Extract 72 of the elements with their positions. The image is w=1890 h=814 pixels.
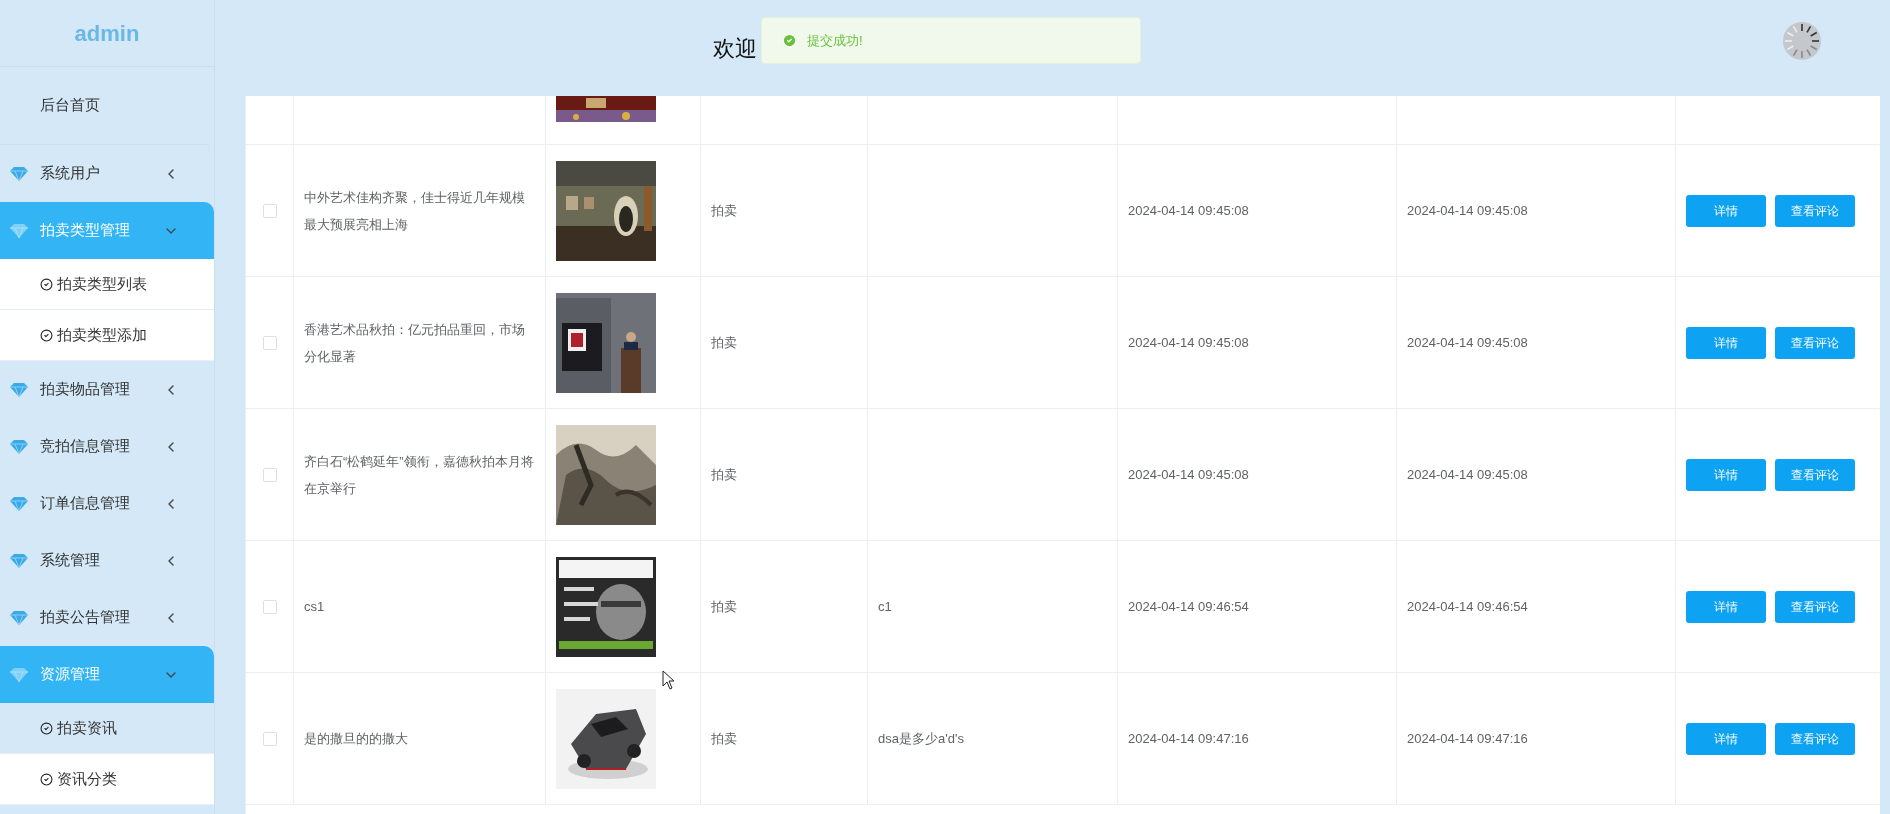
table-cell-text: 2024-04-14 09:47:16 <box>1128 729 1249 748</box>
row-checkbox[interactable] <box>262 335 277 350</box>
diamond-icon <box>10 382 28 397</box>
diamond-icon <box>10 553 28 568</box>
table-cell-text: 2024-04-14 09:46:54 <box>1407 597 1528 616</box>
sidebar-group-label: 订单信息管理 <box>40 493 131 514</box>
diamond-icon <box>10 223 28 238</box>
toast-message: 提交成功! <box>807 31 863 50</box>
row-checkbox[interactable] <box>262 203 277 218</box>
check-circle-icon <box>40 721 53 735</box>
table-cell-text: 拍卖 <box>711 201 737 220</box>
details-button[interactable]: 详情 <box>1686 194 1766 227</box>
view-comments-button[interactable]: 查看评论 <box>1775 458 1855 491</box>
table-cell-text: 拍卖 <box>711 465 737 484</box>
sidebar-subitem-label: 拍卖资讯 <box>57 717 117 738</box>
view-comments-button[interactable]: 查看评论 <box>1775 194 1855 227</box>
sidebar-subitem-label: 拍卖类型列表 <box>57 273 147 294</box>
row-checkbox[interactable] <box>262 731 277 746</box>
mouse-pointer-icon <box>662 670 676 690</box>
table-cell-text: 拍卖 <box>711 597 737 616</box>
header-title: 欢迎 <box>713 34 757 63</box>
diamond-icon <box>10 166 28 181</box>
view-comments-button[interactable]: 查看评论 <box>1775 722 1855 755</box>
table-cell-text: 2024-04-14 09:47:16 <box>1407 729 1528 748</box>
table-cell-text: 2024-04-14 09:46:54 <box>1128 597 1249 616</box>
row-checkbox[interactable] <box>262 599 277 614</box>
view-comments-button[interactable]: 查看评论 <box>1775 326 1855 359</box>
table-cell-text: dsa是多少a'd's <box>878 729 964 748</box>
details-button[interactable]: 详情 <box>1686 326 1766 359</box>
table-cell-text: c1 <box>878 597 892 616</box>
sidebar-group[interactable]: 拍卖类型管理 <box>0 202 214 259</box>
view-comments-button[interactable]: 查看评论 <box>1775 590 1855 623</box>
diamond-icon <box>10 439 28 454</box>
diamond-icon <box>10 667 28 682</box>
check-circle-icon <box>782 33 797 48</box>
table-cell-text: 拍卖 <box>711 333 737 352</box>
details-button[interactable]: 详情 <box>1686 722 1766 755</box>
table-cell-text: 2024-04-14 09:45:08 <box>1407 333 1528 352</box>
sidebar-subitem[interactable]: 拍卖类型添加 <box>0 310 214 361</box>
sidebar-group-label: 系统用户 <box>40 163 101 184</box>
sidebar-group-label: 拍卖物品管理 <box>40 379 131 400</box>
check-circle-icon <box>40 277 53 291</box>
details-button[interactable]: 详情 <box>1686 458 1766 491</box>
table-cell-text: 拍卖 <box>711 729 737 748</box>
sidebar-subitem-label: 拍卖类型添加 <box>57 324 147 345</box>
sidebar-subitem[interactable]: 拍卖类型列表 <box>0 259 214 310</box>
sidebar-group-label: 拍卖公告管理 <box>40 607 131 628</box>
sidebar-group-label: 竞拍信息管理 <box>40 436 131 457</box>
loading-spinner-icon <box>1782 21 1822 61</box>
diamond-icon <box>10 496 28 511</box>
table-cell-text: 2024-04-14 09:45:08 <box>1128 201 1249 220</box>
sidebar-subitem[interactable]: 资讯分类 <box>0 754 214 805</box>
table-cell-text: 2024-04-14 09:45:08 <box>1407 465 1528 484</box>
table-cell-text: 香港艺术品秋拍：亿元拍品重回，市场分化显著 <box>304 320 526 366</box>
sidebar-group[interactable]: 资源管理 <box>0 646 214 703</box>
sidebar-group-label: 系统管理 <box>40 550 101 571</box>
check-circle-icon <box>40 328 53 342</box>
check-circle-icon <box>40 772 53 786</box>
table-cell-text: 2024-04-14 09:45:08 <box>1128 465 1249 484</box>
row-checkbox[interactable] <box>262 467 277 482</box>
sidebar-group-label: 拍卖类型管理 <box>40 220 131 241</box>
table-cell-text: 中外艺术佳构齐聚，佳士得近几年规模最大预展亮相上海 <box>304 188 526 234</box>
sidebar-group-label: 资源管理 <box>40 664 101 685</box>
table-cell-text: 2024-04-14 09:45:08 <box>1407 201 1528 220</box>
brand-title: admin <box>74 19 140 48</box>
table-cell-text: 是的撒旦的的撒大 <box>304 730 408 748</box>
details-button[interactable]: 详情 <box>1686 590 1766 623</box>
table-cell-text: 齐白石“松鹤延年”领衔，嘉德秋拍本月将在京举行 <box>304 452 535 498</box>
diamond-icon <box>10 610 28 625</box>
sidebar-subitem-label: 资讯分类 <box>57 768 117 789</box>
table-cell-text: cs1 <box>304 598 325 616</box>
table-cell-text: 2024-04-14 09:45:08 <box>1128 333 1249 352</box>
